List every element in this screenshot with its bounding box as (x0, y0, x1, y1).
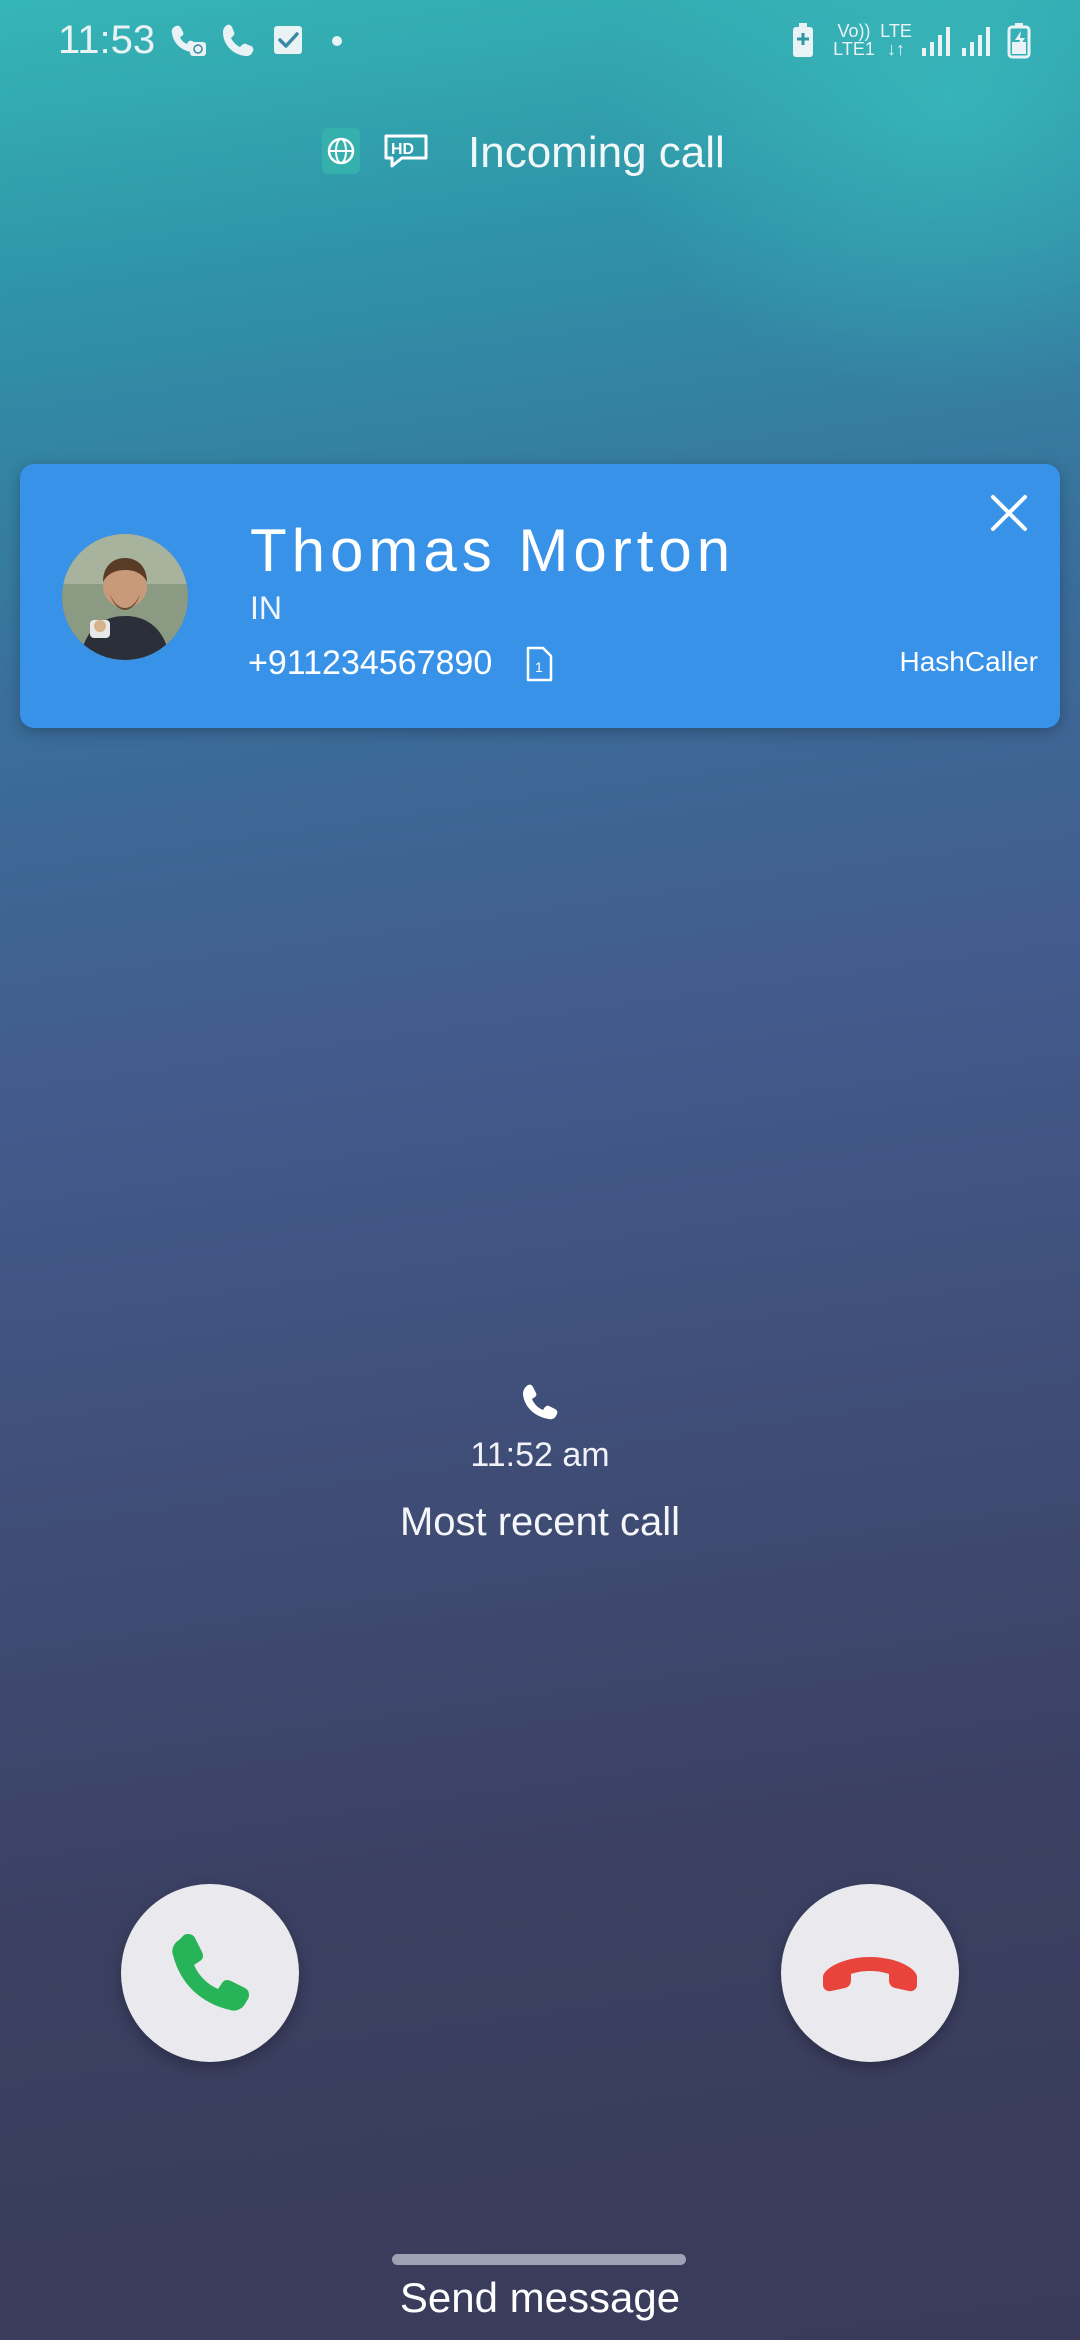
phone-icon (218, 20, 258, 60)
swipe-handle[interactable] (392, 2254, 686, 2265)
signal-sim1-icon (918, 20, 958, 60)
recent-call-time: 11:52 am (470, 1436, 610, 1474)
hd-voice-icon: HD (382, 132, 430, 172)
decline-call-button[interactable] (781, 1884, 959, 2062)
battery-saver-icon (788, 20, 828, 60)
app-name: HashCaller (899, 646, 1039, 677)
close-icon (991, 495, 1027, 531)
volte-label: Vo)) LTE1 (833, 21, 875, 59)
battery-charging-icon (1000, 20, 1040, 60)
phone-accept-icon (172, 1934, 249, 2011)
svg-text:HD: HD (391, 141, 414, 158)
close-button[interactable] (980, 484, 1038, 542)
incoming-call-title: Incoming call (468, 128, 725, 177)
caller-avatar (62, 534, 188, 660)
caller-name: Thomas Morton (250, 517, 736, 584)
caller-id-card[interactable]: Thomas Morton IN +911234567890 1 HashCal… (20, 464, 1060, 728)
globe-icon (322, 128, 360, 174)
incoming-call-screen: 11:53 Vo)) LTE1 LTE ↓↑ HD Incoming call … (0, 0, 1080, 2340)
wifi-calling-icon (168, 20, 208, 60)
phone-decline-icon (823, 1957, 917, 1992)
status-time: 11:53 (58, 18, 156, 62)
dot-icon (332, 36, 342, 46)
caller-number: +911234567890 (248, 644, 493, 682)
call-header: HD Incoming call (0, 120, 1080, 190)
status-bar: 11:53 Vo)) LTE1 LTE ↓↑ (0, 0, 1080, 80)
lte-data-icon: LTE ↓↑ (880, 21, 912, 59)
sim-card-icon: 1 (524, 646, 554, 682)
send-message-button[interactable]: Send message (0, 2274, 1080, 2322)
svg-text:1: 1 (535, 659, 543, 675)
accept-call-button[interactable] (121, 1884, 299, 2062)
checkbox-notification-icon (268, 20, 308, 60)
caller-country: IN (250, 590, 282, 626)
recent-call-label: Most recent call (399, 1500, 681, 1544)
signal-sim2-icon (958, 20, 998, 60)
phone-icon (518, 1380, 562, 1424)
